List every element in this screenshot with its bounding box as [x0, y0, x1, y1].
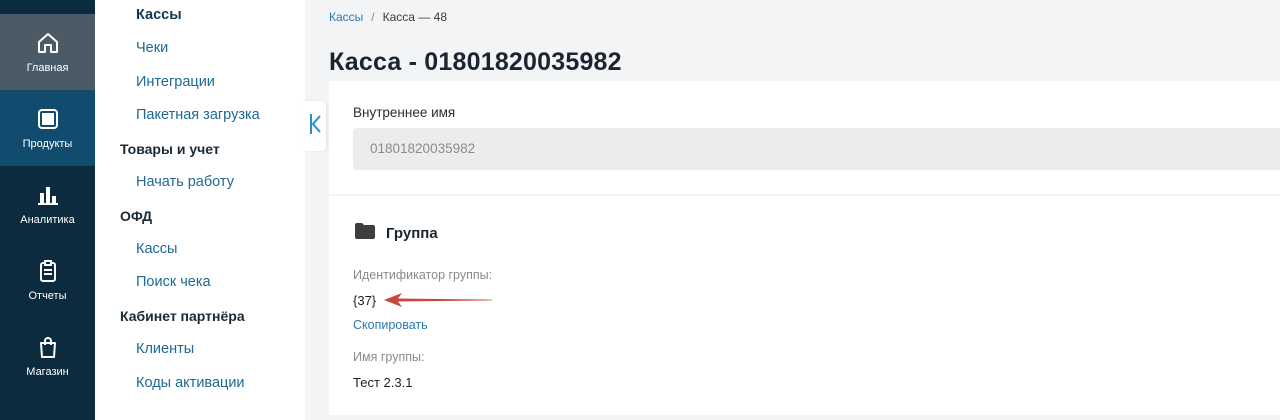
copy-group-id-link[interactable]: Скопировать	[353, 318, 428, 332]
icon-rail: Главная Продукты Аналитика Отчеты Магази…	[0, 0, 95, 420]
rail-item-label: Отчеты	[28, 290, 67, 302]
rail-item-label: Продукты	[22, 138, 73, 150]
breadcrumb-current: Касса — 48	[382, 10, 447, 24]
folder-icon	[354, 222, 376, 245]
rail-item-label: Магазин	[26, 366, 69, 378]
nav-item-registers[interactable]: Кассы	[136, 7, 182, 23]
secondary-nav: Кассы Чеки Интеграции Пакетная загрузка …	[95, 0, 305, 420]
annotation-arrow	[384, 293, 492, 307]
rail-item-label: Главная	[26, 62, 69, 74]
internal-name-card: Внутреннее имя 01801820035982	[329, 81, 1280, 194]
grid-icon	[35, 106, 61, 132]
nav-item-activation-codes[interactable]: Коды активации	[136, 375, 245, 391]
group-name-value: Тест 2.3.1	[353, 375, 413, 390]
internal-name-value: 01801820035982	[370, 141, 476, 156]
nav-section-partner: Кабинет партнёра	[120, 308, 245, 324]
nav-item-clients[interactable]: Клиенты	[136, 341, 194, 357]
nav-item-get-started[interactable]: Начать работу	[136, 174, 234, 190]
internal-name-label: Внутреннее имя	[353, 105, 456, 120]
group-id-label: Идентификатор группы:	[353, 268, 493, 282]
group-title: Группа	[386, 225, 438, 242]
breadcrumb: Кассы / Касса — 48	[329, 10, 447, 24]
internal-name-field[interactable]: 01801820035982	[353, 128, 1280, 170]
group-card: Группа Идентификатор группы: {37} Скопир…	[329, 196, 1280, 415]
group-name-label: Имя группы:	[353, 350, 425, 364]
rail-item-reports[interactable]: Отчеты	[0, 242, 95, 318]
nav-item-batch-upload[interactable]: Пакетная загрузка	[136, 107, 260, 123]
breadcrumb-parent-link[interactable]: Кассы	[329, 10, 363, 24]
collapse-sidebar-button[interactable]	[304, 101, 326, 151]
rail-item-products[interactable]: Продукты	[0, 90, 95, 166]
bar-chart-icon	[35, 182, 61, 208]
rail-item-label: Аналитика	[20, 214, 75, 226]
nav-item-ofd-registers[interactable]: Кассы	[136, 241, 177, 257]
nav-item-receipts[interactable]: Чеки	[136, 40, 168, 56]
nav-item-receipt-search[interactable]: Поиск чека	[136, 274, 211, 290]
nav-section-ofd: ОФД	[120, 208, 153, 224]
collapse-icon	[308, 112, 322, 141]
nav-item-integrations[interactable]: Интеграции	[136, 74, 215, 90]
group-header: Группа	[354, 222, 438, 245]
nav-section-goods: Товары и учет	[120, 141, 220, 157]
page-title: Касса - 01801820035982	[329, 48, 622, 76]
rail-item-analytics[interactable]: Аналитика	[0, 166, 95, 242]
shopping-bag-icon	[35, 334, 61, 360]
home-icon	[35, 30, 61, 56]
breadcrumb-separator: /	[371, 10, 375, 24]
rail-item-home[interactable]: Главная	[0, 14, 95, 90]
rail-item-shop[interactable]: Магазин	[0, 318, 95, 394]
group-id-value: {37}	[353, 293, 377, 308]
clipboard-icon	[35, 258, 61, 284]
